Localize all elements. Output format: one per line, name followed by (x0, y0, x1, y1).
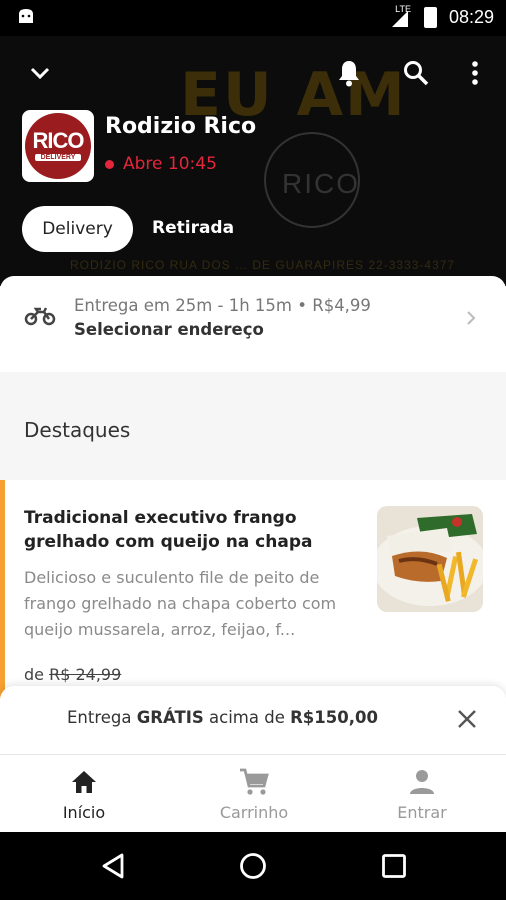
section-title-highlights: Destaques (24, 418, 131, 442)
signal-icon (392, 11, 408, 27)
delivery-estimate: Entrega em 25m - 1h 15m • R$4,99 (74, 296, 371, 315)
free-delivery-bold: GRÁTIS (136, 708, 204, 727)
product-card[interactable]: Tradicional executivo frango grelhado co… (0, 480, 506, 700)
person-icon (410, 770, 434, 794)
home-icon (72, 771, 96, 793)
product-price: de R$ 24,99 (24, 665, 121, 684)
search-icon (404, 61, 429, 86)
bottom-navigation: Início Carrinho Entrar (0, 754, 506, 833)
tab-delivery[interactable]: Delivery (22, 206, 133, 252)
store-logo: RICO DELIVERY (22, 110, 94, 182)
back-icon[interactable] (100, 852, 126, 880)
free-delivery-suffix: acima de (203, 708, 291, 727)
delivery-address-selector[interactable]: Entrega em 25m - 1h 15m • R$4,99 Selecio… (0, 276, 506, 372)
nav-item-cart[interactable]: Carrinho (170, 755, 338, 833)
nav-label-home: Início (62, 803, 106, 822)
product-accent-bar (0, 480, 5, 700)
notifications-button[interactable] (329, 53, 369, 93)
free-delivery-banner: Entrega GRÁTIS acima de R$150,00 (0, 686, 506, 754)
nav-item-login[interactable]: Entrar (338, 755, 506, 833)
product-image (377, 506, 483, 612)
free-delivery-prefix: Entrega (67, 708, 137, 727)
collapse-button[interactable] (20, 53, 60, 93)
home-circle-icon[interactable] (239, 852, 267, 880)
select-address-label: Selecionar endereço (74, 320, 264, 339)
chevron-down-icon (30, 67, 50, 80)
free-delivery-text: Entrega GRÁTIS acima de R$150,00 (67, 708, 378, 727)
price-prefix: de (24, 665, 44, 684)
system-navigation-bar (0, 832, 506, 900)
status-dot (105, 159, 114, 169)
store-logo-main: RICO (32, 128, 85, 153)
bell-icon (339, 61, 359, 87)
price-old: R$ 24,99 (49, 665, 122, 684)
tab-pickup[interactable]: Retirada (152, 218, 234, 238)
search-button[interactable] (396, 53, 436, 93)
free-delivery-amount: R$150,00 (290, 708, 378, 727)
nav-label-login: Entrar (397, 803, 447, 822)
close-icon[interactable] (454, 706, 480, 732)
motorcycle-icon (24, 307, 56, 326)
recents-icon[interactable] (381, 853, 407, 879)
store-logo-sub: DELIVERY (35, 154, 81, 161)
cart-icon (240, 768, 269, 795)
opening-status: Abre 10:45 (105, 154, 217, 174)
store-name: Rodizio Rico (105, 114, 257, 139)
nav-label-cart: Carrinho (219, 803, 289, 822)
opening-status-text: Abre 10:45 (123, 154, 217, 174)
chevron-right-icon (467, 311, 476, 325)
nav-item-home[interactable]: Início (0, 755, 168, 833)
header-background-strip: RODIZIO RICO RUA DOS ... DE GUARAPIRES 2… (70, 258, 456, 272)
product-description: Delicioso e suculento file de peito de f… (24, 568, 337, 639)
more-vert-icon (472, 61, 478, 85)
status-bar: LTE 08:29 (0, 0, 506, 36)
android-icon (19, 9, 33, 23)
header-background-logo-text: RICO (282, 168, 360, 199)
clock: 08:29 (448, 7, 494, 27)
product-title: Tradicional executivo frango grelhado co… (24, 508, 313, 552)
battery-icon (424, 7, 437, 28)
more-options-button[interactable] (455, 53, 495, 93)
